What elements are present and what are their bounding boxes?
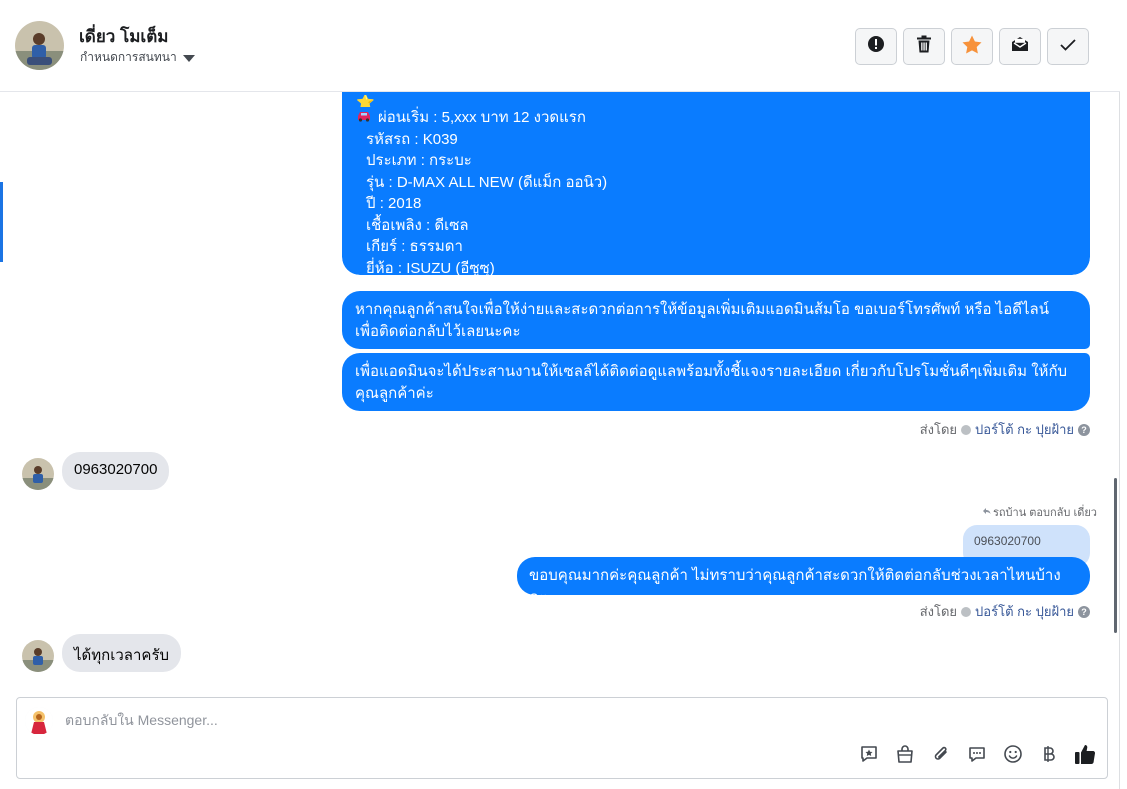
scrollbar-thumb[interactable] bbox=[1114, 478, 1117, 633]
conversation-header: เดี่ยว โมเต็ม กำหนดการสนทนา bbox=[0, 0, 1120, 92]
mark-spam-button[interactable] bbox=[855, 28, 897, 65]
message-text: หากคุณลูกค้าสนใจเพื่อให้ง่ายและสะดวกต่อก… bbox=[355, 301, 1049, 340]
reply-note: รถบ้าน ตอบกลับ เดี่ยว bbox=[982, 503, 1097, 521]
contact-avatar[interactable] bbox=[15, 21, 64, 70]
checkmark-icon bbox=[1060, 38, 1076, 56]
message-composer bbox=[16, 697, 1108, 779]
trash-icon bbox=[916, 35, 932, 58]
help-icon[interactable]: ? bbox=[1078, 423, 1090, 436]
sent-by-prefix: ส่งโดย bbox=[919, 422, 958, 437]
sent-by-label: ส่งโดย ปอร์โต้ กะ ปุยฝ้าย ? bbox=[920, 601, 1090, 622]
contact-name[interactable]: เดี่ยว โมเต็ม bbox=[79, 23, 168, 50]
star-bubble-icon bbox=[859, 744, 879, 769]
message-bubble-outgoing: ขอบคุณมากค่ะคุณลูกค้า ไม่ทราบว่าคุณลูกค้… bbox=[517, 557, 1090, 606]
message-text: 0963020700 bbox=[74, 461, 158, 478]
listing-line: ผ่อนเริ่ม : 5,xxx บาท 12 งวดแรก bbox=[378, 109, 586, 126]
shopping-bag-icon bbox=[895, 744, 915, 769]
chat-bubble-icon bbox=[967, 744, 987, 769]
listing-line: ปี : 2018 bbox=[366, 195, 422, 212]
message-bubble-outgoing-listing: ⭐ ผ่อนเริ่ม : 5,xxx บาท 12 งวดแรก รหัสรถ… bbox=[342, 92, 1090, 275]
listing-line: รุ่น : D-MAX ALL NEW (ดีแม็ก ออนิว) bbox=[366, 173, 608, 191]
emoji-button[interactable] bbox=[1001, 744, 1025, 768]
listing-emoji: ⭐ bbox=[356, 95, 375, 107]
check-circle-icon bbox=[961, 424, 972, 435]
chevron-down-icon bbox=[182, 54, 195, 62]
quoted-text: 0963020700 bbox=[974, 534, 1041, 548]
payment-button[interactable] bbox=[1037, 744, 1061, 768]
reply-input[interactable] bbox=[65, 712, 965, 728]
message-text: ได้ทุกเวลาครับ bbox=[74, 647, 170, 664]
agent-name-link[interactable]: ปอร์โต้ กะ ปุยฝ้าย bbox=[975, 601, 1074, 622]
listing-line: เชื้อเพลิง : ดีเซล bbox=[366, 216, 469, 234]
shop-button[interactable] bbox=[893, 744, 917, 768]
assign-conversation-dropdown[interactable]: กำหนดการสนทนา bbox=[80, 48, 195, 67]
listing-line: ประเภท : กระบะ bbox=[366, 152, 472, 169]
paperclip-icon bbox=[931, 744, 951, 769]
sent-by-prefix: ส่งโดย bbox=[919, 604, 958, 619]
listing-line: รหัสรถ : K039 bbox=[366, 130, 458, 148]
header-actions bbox=[855, 28, 1089, 65]
assign-label: กำหนดการสนทนา bbox=[80, 50, 177, 64]
message-bubble-outgoing: หากคุณลูกค้าสนใจเพื่อให้ง่ายและสะดวกต่อก… bbox=[342, 291, 1090, 349]
message-text: เพื่อแอดมินจะได้ประสานงานให้เซลล์ได้ติดต… bbox=[355, 363, 1068, 402]
attach-button[interactable] bbox=[929, 744, 953, 768]
listing-line: เกียร์ : ธรรมดา bbox=[366, 238, 463, 255]
page-avatar bbox=[25, 707, 53, 735]
star-button[interactable] bbox=[951, 28, 993, 65]
help-icon[interactable]: ? bbox=[1078, 605, 1090, 618]
mark-done-button[interactable] bbox=[1047, 28, 1089, 65]
message-bubble-incoming: 0963020700 bbox=[62, 452, 170, 490]
agent-name-link[interactable]: ปอร์โต้ กะ ปุยฝ้าย bbox=[975, 419, 1074, 440]
message-bubble-outgoing: เพื่อแอดมินจะได้ประสานงานให้เซลล์ได้ติดต… bbox=[342, 353, 1090, 411]
star-icon bbox=[962, 35, 982, 59]
contact-avatar-small[interactable] bbox=[22, 458, 54, 490]
alert-icon bbox=[867, 35, 885, 58]
quick-replies-button[interactable] bbox=[965, 744, 989, 768]
mark-unread-button[interactable] bbox=[999, 28, 1041, 65]
smiley-icon bbox=[1003, 744, 1023, 769]
composer-toolbar bbox=[857, 744, 1097, 768]
like-button[interactable] bbox=[1073, 744, 1097, 768]
check-circle-icon bbox=[961, 606, 972, 617]
thumbs-up-icon bbox=[1074, 743, 1096, 770]
saved-reply-button[interactable] bbox=[857, 744, 881, 768]
baht-icon bbox=[1042, 744, 1056, 769]
reply-arrow-icon bbox=[982, 506, 991, 518]
left-accent-bar bbox=[0, 182, 3, 262]
reply-note-text: รถบ้าน ตอบกลับ เดี่ยว bbox=[992, 507, 1097, 519]
envelope-icon bbox=[1011, 36, 1029, 57]
sent-by-label: ส่งโดย ปอร์โต้ กะ ปุยฝ้าย ? bbox=[920, 419, 1090, 440]
contact-avatar-small[interactable] bbox=[22, 640, 54, 672]
delete-button[interactable] bbox=[903, 28, 945, 65]
car-icon bbox=[356, 107, 372, 129]
message-bubble-incoming: ได้ทุกเวลาครับ bbox=[62, 634, 182, 672]
